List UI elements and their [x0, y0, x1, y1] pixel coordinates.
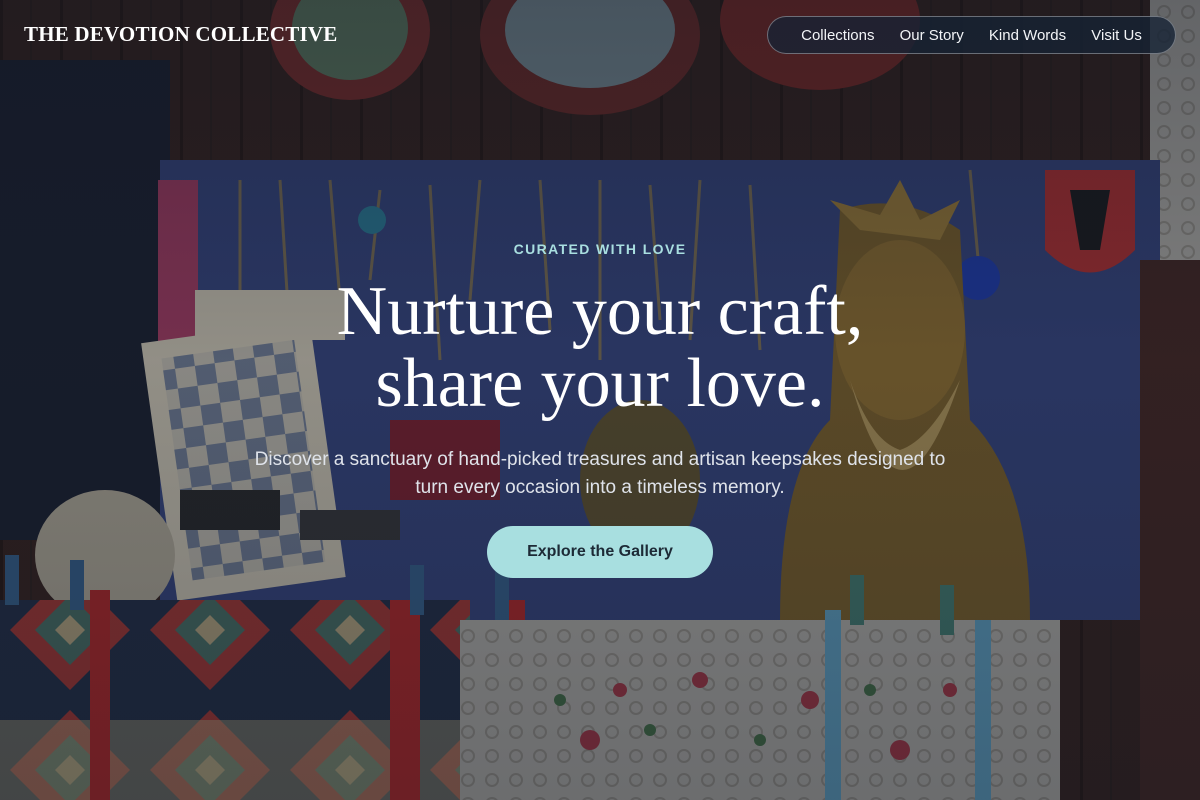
hero-eyebrow: CURATED WITH LOVE	[513, 241, 687, 257]
nav-link-collections[interactable]: Collections	[801, 27, 874, 44]
nav-link-visit-us[interactable]: Visit Us	[1091, 27, 1142, 44]
hero-section: THE DEVOTION COLLECTIVE Collections Our …	[0, 0, 1200, 800]
hero-headline-line-2: share your love.	[375, 345, 825, 422]
explore-gallery-button[interactable]: Explore the Gallery	[487, 526, 713, 578]
main-navigation: Collections Our Story Kind Words Visit U…	[767, 16, 1176, 54]
hero-headline-line-1: Nurture your craft,	[336, 273, 864, 350]
hero-description: Discover a sanctuary of hand-picked trea…	[254, 449, 946, 498]
nav-link-our-story[interactable]: Our Story	[900, 27, 964, 44]
nav-link-kind-words[interactable]: Kind Words	[989, 27, 1066, 44]
brand-logo[interactable]: THE DEVOTION COLLECTIVE	[24, 22, 337, 47]
hero-headline: Nurture your craft, share your love.	[0, 276, 1200, 420]
